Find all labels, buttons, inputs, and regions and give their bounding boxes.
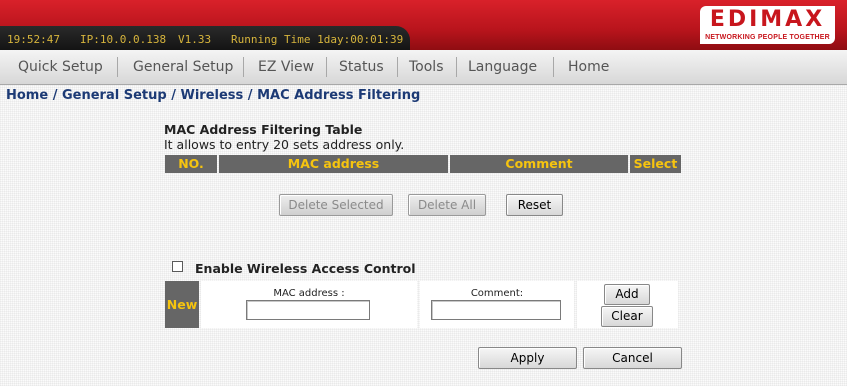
apply-button[interactable]: Apply [478,347,577,369]
mac-address-input[interactable] [246,300,370,320]
nav-tools[interactable]: Tools [409,50,444,84]
logo-brand: EDIMAX [709,7,826,32]
nav-language[interactable]: Language [468,50,537,84]
nav-separator [397,57,398,77]
header-banner: 19:52:47 IP:10.0.0.138 V1.33 Running Tim… [0,0,847,50]
nav-separator [117,57,118,77]
nav-home[interactable]: Home [568,50,609,84]
enable-access-control-checkbox[interactable] [172,261,183,272]
column-header-no: NO. [165,155,217,173]
nav-separator [243,57,244,77]
status-ip: IP:10.0.0.138 [80,33,167,46]
breadcrumb-separator: / [166,88,181,103]
status-running-time: Running Time 1day:00:01:39 [231,33,404,46]
filter-table-title: MAC Address Filtering Table [164,122,363,137]
nav-quick-setup[interactable]: Quick Setup [18,50,103,84]
nav-separator [456,57,457,77]
edimax-logo: EDIMAX NETWORKING PEOPLE TOGETHER [700,6,835,44]
breadcrumb-separator: / [48,88,62,103]
breadcrumb-mac-filtering: MAC Address Filtering [257,88,421,103]
cancel-button[interactable]: Cancel [583,347,682,369]
nav-separator [326,57,327,77]
nav-status[interactable]: Status [339,50,384,84]
clear-button[interactable]: Clear [601,306,653,327]
breadcrumb-general-setup[interactable]: General Setup [62,88,167,103]
logo-tagline: NETWORKING PEOPLE TOGETHER [705,34,830,41]
nav-ez-view[interactable]: EZ View [258,50,314,84]
nav-general-setup[interactable]: General Setup [133,50,233,84]
breadcrumb-wireless[interactable]: Wireless [181,88,244,103]
enable-access-control-label: Enable Wireless Access Control [195,261,416,276]
filter-table-note: It allows to entry 20 sets address only. [164,137,405,152]
column-header-comment: Comment [450,155,628,173]
main-nav: Quick Setup General Setup EZ View Status… [0,50,847,85]
delete-all-button[interactable]: Delete All [408,194,486,216]
status-bar: 19:52:47 IP:10.0.0.138 V1.33 Running Tim… [0,26,410,50]
add-button[interactable]: Add [604,284,650,305]
nav-separator [553,57,554,77]
reset-button[interactable]: Reset [506,194,563,216]
status-version: V1.33 [178,33,212,46]
column-header-mac-address: MAC address [219,155,448,173]
delete-selected-button[interactable]: Delete Selected [279,194,393,216]
breadcrumb-separator: / [243,88,258,103]
breadcrumb: Home / General Setup / Wireless / MAC Ad… [6,88,420,103]
comment-input[interactable] [431,300,561,320]
mac-address-label: MAC address : [273,288,345,299]
status-time: 19:52:47 [7,33,60,46]
column-header-select: Select [630,155,681,173]
breadcrumb-home[interactable]: Home [6,88,48,103]
new-entry-label: New [165,281,199,328]
comment-label: Comment: [470,288,524,299]
